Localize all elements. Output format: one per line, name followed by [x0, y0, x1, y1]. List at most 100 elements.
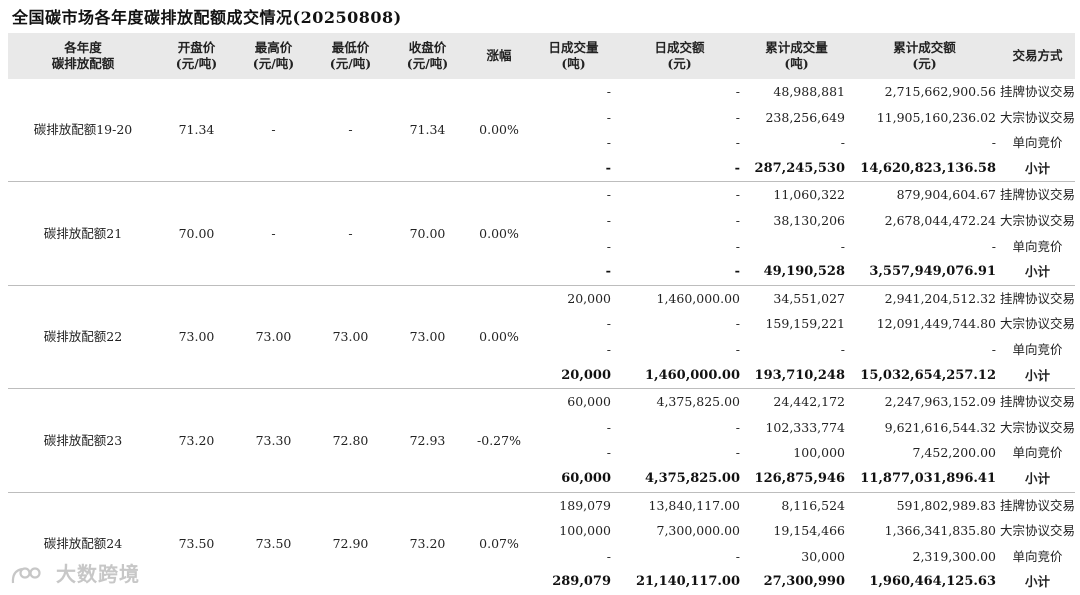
cum-amount: 3,557,949,076.91 — [869, 264, 996, 280]
cum-amount: 2,247,963,152.09 — [884, 394, 996, 410]
trade-method: 小计 — [1024, 160, 1050, 176]
cum-volume: 100,000 — [793, 445, 845, 461]
daily-volume: - — [606, 109, 611, 125]
cum-volume: 287,245,530 — [754, 160, 845, 176]
low-price: 72.90 — [332, 535, 369, 551]
header-col-cum-amount: 累计成交额 (元) — [893, 40, 956, 71]
table-row: 碳排放配额21 70.00 - - 70.00 0.00% - - 11,060,322 879,… — [8, 182, 1076, 240]
cum-amount: 2,941,204,512.32 — [884, 290, 996, 306]
watermark: 大数跨境 — [10, 560, 140, 588]
close-price: 73.20 — [409, 535, 446, 551]
daily-volume: - — [606, 238, 611, 254]
cum-volume: 19,154,466 — [773, 523, 845, 539]
trade-method: 单向竞价 — [1012, 548, 1063, 564]
cum-amount: - — [991, 238, 996, 254]
header-col-low: 最低价 (元/吨) — [329, 40, 372, 71]
daily-volume: 60,000 — [567, 394, 611, 410]
daily-volume: 289,079 — [552, 574, 611, 590]
carbon-trading-table: 各年度 碳排放配额 开盘价 (元/吨) 最高价 (元/吨) 最低价 (元/吨) 收盘价 (元/吨)… — [8, 33, 1075, 595]
quota-name: 碳排放配额19-20 — [33, 122, 133, 138]
cum-volume: 34,551,027 — [773, 290, 845, 306]
low-price: 73.00 — [332, 329, 369, 345]
header-col-daily-amount: 日成交额 (元) — [654, 40, 705, 71]
close-price: 72.93 — [409, 432, 446, 448]
daily-amount: 4,375,825.00 — [645, 470, 740, 486]
open-price: 73.00 — [178, 329, 215, 345]
daily-amount: - — [735, 109, 740, 125]
change-pct: 0.07% — [479, 535, 519, 551]
open-price: 71.34 — [178, 122, 215, 138]
cum-amount: - — [991, 341, 996, 357]
table-row: 碳排放配额23 73.20 73.30 72.80 72.93 -0.27% 60,000 4… — [8, 389, 1076, 447]
cum-volume: 24,442,172 — [773, 394, 845, 410]
cum-volume: 126,875,946 — [754, 470, 845, 486]
cum-volume: 27,300,990 — [763, 574, 845, 590]
trade-method: 单向竞价 — [1012, 445, 1063, 461]
trade-method: 单向竞价 — [1012, 135, 1063, 151]
daily-volume: - — [606, 212, 611, 228]
daily-amount: - — [735, 419, 740, 435]
daily-amount: - — [734, 160, 740, 176]
trade-method: 大宗协议交易 — [1000, 109, 1076, 125]
daily-amount: - — [735, 238, 740, 254]
cum-amount: 879,904,604.67 — [896, 187, 996, 203]
watermark-text: 大数跨境 — [55, 562, 140, 586]
change-pct: 0.00% — [479, 225, 519, 241]
daily-volume: - — [606, 445, 611, 461]
cum-amount: 11,877,031,896.41 — [860, 470, 996, 486]
trade-method: 大宗协议交易 — [1000, 419, 1076, 435]
cum-volume: 159,159,221 — [765, 316, 845, 332]
cum-amount: 1,366,341,835.80 — [884, 523, 996, 539]
cum-volume: - — [840, 135, 845, 151]
quota-group: 碳排放配额22 73.00 73.00 73.00 73.00 0.00% 20,000 1,… — [8, 285, 1076, 389]
daily-volume: - — [606, 548, 611, 564]
cum-amount: 11,905,160,236.02 — [876, 109, 996, 125]
cum-amount: - — [991, 135, 996, 151]
header-col-close: 收盘价 (元/吨) — [406, 40, 449, 71]
daily-amount: - — [735, 84, 740, 99]
cum-amount: 2,678,044,472.24 — [884, 212, 996, 228]
watermark-logo-icon — [11, 566, 41, 583]
quota-group: 碳排放配额19-20 71.34 - - 71.34 0.00% - - 48,988,881 2… — [8, 79, 1075, 182]
change-pct: 0.00% — [479, 122, 519, 138]
daily-amount: 1,460,000.00 — [656, 290, 741, 306]
high-price: 73.00 — [255, 329, 292, 345]
daily-amount: - — [735, 341, 740, 357]
daily-volume: 20,000 — [561, 367, 611, 383]
cum-amount: 14,620,823,136.58 — [860, 160, 996, 176]
open-price: 70.00 — [178, 225, 215, 241]
header-col-high: 最高价 (元/吨) — [252, 40, 295, 71]
trade-method: 挂牌协议交易 — [1000, 394, 1076, 410]
cum-amount: 591,802,989.83 — [896, 497, 996, 513]
daily-volume: - — [606, 84, 611, 99]
trade-method: 挂牌协议交易 — [1000, 290, 1076, 306]
daily-volume: - — [606, 187, 611, 203]
quota-group: 碳排放配额23 73.20 73.30 72.80 72.93 -0.27% 60,000 4… — [8, 389, 1075, 492]
cum-volume: 8,116,524 — [781, 497, 845, 513]
trade-method: 挂牌协议交易 — [1000, 187, 1076, 203]
header-col-open: 开盘价 (元/吨) — [175, 40, 218, 71]
trade-method: 单向竞价 — [1012, 341, 1063, 357]
daily-amount: - — [735, 135, 740, 151]
daily-volume: 189,079 — [559, 497, 611, 513]
quota-name: 碳排放配额23 — [43, 432, 123, 448]
cum-volume: 48,988,881 — [773, 84, 845, 99]
quota-name: 碳排放配额22 — [43, 329, 123, 345]
high-price: - — [271, 122, 276, 138]
cum-volume: 38,130,206 — [773, 212, 845, 228]
table-header: 各年度 碳排放配额 开盘价 (元/吨) 最高价 (元/吨) 最低价 (元/吨) 收盘价 (元/吨)… — [8, 33, 1075, 79]
open-price: 73.50 — [178, 535, 215, 551]
daily-amount: 4,375,825.00 — [656, 394, 741, 410]
daily-volume: - — [605, 264, 611, 280]
trade-method: 小计 — [1024, 367, 1050, 383]
cum-volume: - — [840, 341, 845, 357]
cum-amount: 12,091,449,744.80 — [876, 316, 996, 332]
header-col-cum-volume: 累计成交量 (吨) — [765, 40, 828, 71]
close-price: 73.00 — [409, 329, 446, 345]
daily-volume: - — [606, 135, 611, 151]
daily-amount: 21,140,117.00 — [635, 574, 740, 590]
table-row: 碳排放配额24 73.50 73.50 72.90 73.20 0.07% 189,079 1… — [8, 492, 1075, 551]
daily-volume: - — [605, 160, 611, 176]
daily-volume: 60,000 — [561, 470, 611, 486]
cum-volume: 30,000 — [801, 548, 845, 564]
